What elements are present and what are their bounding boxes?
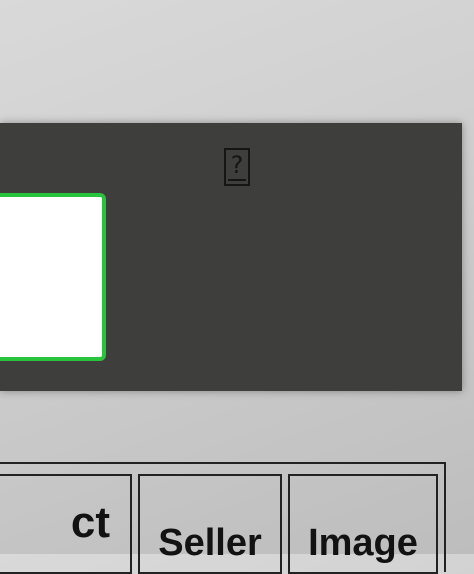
selected-input-box[interactable] [0, 193, 106, 361]
table-header-image: Image [288, 474, 438, 574]
question-mark-icon: ? [224, 148, 250, 186]
table-header-seller: Seller [138, 474, 282, 574]
table-header-product: ct [0, 474, 132, 574]
